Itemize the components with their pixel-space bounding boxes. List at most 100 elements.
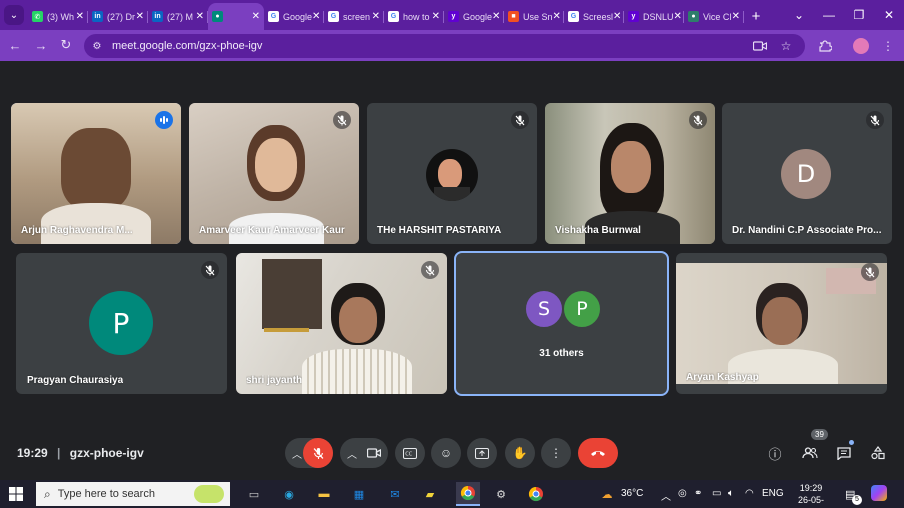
browser-tab[interactable]: ■ Use Sn ✕ xyxy=(504,3,564,30)
others-tile[interactable]: S P 31 others xyxy=(454,251,669,396)
tab-label: Google xyxy=(283,11,313,22)
tab-search-menu-icon[interactable]: ⌄ xyxy=(4,5,24,25)
captions-button[interactable]: CC xyxy=(395,438,425,468)
browser-tab[interactable]: ✆ (3) Wh ✕ xyxy=(28,3,88,30)
tab-label: DSNLU xyxy=(643,11,674,22)
meeting-details-icon[interactable]: ⓘ xyxy=(766,444,784,462)
profile-avatar[interactable] xyxy=(853,38,869,54)
taskbar-search-box[interactable]: ⌕ Type here to search xyxy=(36,482,230,506)
tab-close-icon[interactable]: ✕ xyxy=(674,11,682,22)
forward-icon[interactable]: → xyxy=(32,36,50,54)
meeting-time: 19:29 xyxy=(17,446,48,460)
new-tab-button[interactable]: + xyxy=(744,3,768,30)
tab-close-icon[interactable]: ✕ xyxy=(312,11,320,22)
site-info-icon[interactable]: ⚙ xyxy=(90,39,104,53)
battery-icon[interactable]: ▭ xyxy=(712,488,721,499)
tab-label: (3) Wh xyxy=(47,11,74,22)
audio-options-chevron-icon[interactable]: ︿ xyxy=(292,446,302,461)
chrome-menu-icon[interactable]: ⋮ xyxy=(879,37,897,55)
browser-tab[interactable]: Gscreen ✕ xyxy=(324,3,384,30)
activities-icon[interactable] xyxy=(869,444,887,462)
bookmark-star-icon[interactable]: ☆ xyxy=(777,36,795,56)
language-indicator[interactable]: ENG xyxy=(762,488,784,499)
browser-tab[interactable]: ● Vice Cl ✕ xyxy=(684,3,744,30)
tab-close-icon[interactable]: ✕ xyxy=(76,11,84,22)
tab-favicon-icon: ● xyxy=(688,11,699,22)
extensions-icon[interactable] xyxy=(816,37,834,55)
taskbar-clock[interactable]: 19:29 26-05-2024 xyxy=(788,482,834,508)
muted-mic-icon xyxy=(201,261,219,279)
mic-group: ︿ xyxy=(285,438,333,468)
camera-button[interactable] xyxy=(360,438,388,468)
present-screen-button[interactable] xyxy=(467,438,497,468)
chat-icon[interactable] xyxy=(835,444,853,462)
participant-tile-vishakha[interactable]: Vishakha Burnwal xyxy=(545,103,715,244)
participant-tile-arjun[interactable]: Arjun Raghavendra M... xyxy=(11,103,181,244)
browser-tab[interactable]: Ghow to ✕ xyxy=(384,3,444,30)
tab-close-icon[interactable]: ✕ xyxy=(613,11,621,22)
camera-in-use-icon[interactable] xyxy=(751,36,769,56)
temperature: 36°C xyxy=(621,488,644,499)
tab-favicon-icon: G xyxy=(388,11,399,22)
tray-device-icon[interactable]: ⚭ xyxy=(694,488,702,499)
minimize-icon[interactable]: — xyxy=(814,0,844,30)
edge-icon[interactable]: ◉ xyxy=(280,485,298,503)
mic-off-button[interactable] xyxy=(303,438,333,468)
address-bar[interactable]: ⚙ meet.google.com/gzx-phoe-igv ☆ xyxy=(84,34,805,58)
browser-tab[interactable]: ● ✕ xyxy=(208,3,264,30)
participant-tile-harshit[interactable]: THe HARSHIT PASTARIYA xyxy=(367,103,537,244)
browser-tab[interactable]: G Screesl ✕ xyxy=(564,3,624,30)
close-window-icon[interactable]: ✕ xyxy=(874,0,904,30)
video-options-chevron-icon[interactable]: ︿ xyxy=(347,446,357,461)
volume-icon[interactable]: 🔈︎ xyxy=(728,488,734,499)
people-icon[interactable] xyxy=(801,444,819,462)
restore-icon[interactable]: ❐ xyxy=(844,0,874,30)
settings-gear-icon[interactable]: ⚙ xyxy=(492,485,510,503)
more-options-button[interactable]: ⋮ xyxy=(541,438,571,468)
browser-toolbar: ← → ↻ ⚙ meet.google.com/gzx-phoe-igv ☆ ⋮ xyxy=(0,30,904,61)
tab-label: Use Sn xyxy=(523,11,553,22)
person-image xyxy=(762,297,802,345)
tab-close-icon[interactable]: ✕ xyxy=(372,11,380,22)
tab-close-icon[interactable]: ✕ xyxy=(252,11,260,22)
participant-tile-pragyan[interactable]: P Pragyan Chaurasiya xyxy=(16,253,227,394)
back-icon[interactable]: ← xyxy=(6,36,24,54)
tray-chevron-icon[interactable]: ︿ xyxy=(661,488,671,503)
others-count-label: 31 others xyxy=(539,348,584,359)
store-icon[interactable]: ▦ xyxy=(350,485,368,503)
emoji-reaction-button[interactable]: ☺ xyxy=(431,438,461,468)
tab-close-icon[interactable]: ✕ xyxy=(196,11,204,22)
file-explorer-icon[interactable]: ▬ xyxy=(315,485,333,503)
participant-tile-amarveer[interactable]: Amarveer Kaur Amarveer Kaur xyxy=(189,103,359,244)
browser-tab[interactable]: y Google ✕ xyxy=(444,3,504,30)
person-image xyxy=(611,141,651,193)
browser-tab[interactable]: y DSNLU ✕ xyxy=(624,3,684,30)
task-view-icon[interactable]: ▭ xyxy=(245,485,263,503)
windows-start-icon[interactable] xyxy=(9,487,23,501)
chrome-profile-taskbar-icon[interactable] xyxy=(527,485,545,503)
tab-close-icon[interactable]: ✕ xyxy=(136,11,144,22)
tab-close-icon[interactable]: ✕ xyxy=(553,11,561,22)
tab-close-icon[interactable]: ✕ xyxy=(432,11,440,22)
browser-tab[interactable]: in (27) M ✕ xyxy=(148,3,208,30)
tab-search-icon[interactable]: ⌄ xyxy=(784,0,814,30)
browser-tab[interactable]: in (27) Dr ✕ xyxy=(88,3,148,30)
participant-tile-aryan[interactable]: Aryan Kashyap xyxy=(676,253,887,394)
person-shirt xyxy=(41,203,151,244)
mail-icon[interactable]: ✉ xyxy=(386,485,404,503)
window-controls: ⌄ — ❐ ✕ xyxy=(784,0,904,30)
leave-call-button[interactable] xyxy=(578,438,618,468)
reload-icon[interactable]: ↻ xyxy=(57,36,75,54)
participant-tile-shri-jayanth[interactable]: shri jayanth xyxy=(236,253,447,394)
tab-close-icon[interactable]: ✕ xyxy=(492,11,500,22)
browser-tab[interactable]: G Google ✕ xyxy=(264,3,324,30)
participant-tile-nandini[interactable]: D Dr. Nandini C.P Associate Pro... xyxy=(722,103,892,244)
copilot-icon[interactable] xyxy=(871,485,887,501)
tray-app-icon[interactable]: ◎ xyxy=(678,488,687,499)
wifi-icon[interactable]: ◠ xyxy=(745,488,754,499)
sticky-app-icon[interactable]: ▰ xyxy=(421,485,439,503)
weather-icon[interactable]: ☁ xyxy=(598,485,616,503)
raise-hand-button[interactable]: ✋ xyxy=(505,438,535,468)
chrome-taskbar-icon[interactable] xyxy=(456,482,480,506)
tab-close-icon[interactable]: ✕ xyxy=(732,11,740,22)
